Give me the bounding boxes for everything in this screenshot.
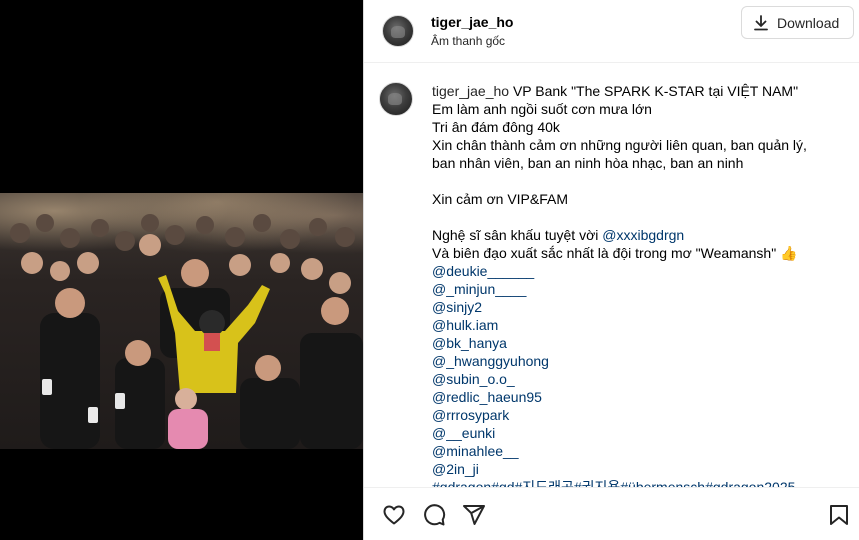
post-photo — [0, 193, 363, 449]
share-icon — [463, 505, 485, 525]
crowd-scene — [10, 214, 363, 449]
caption-title: VP Bank "The SPARK K-STAR tại VIỆT NAM" — [512, 83, 799, 99]
caption-body: tiger_jae_ho VP Bank "The SPARK K-STAR t… — [432, 82, 852, 487]
save-button[interactable] — [826, 502, 852, 528]
artist-mention-link[interactable]: @xxxibgdrgn — [602, 227, 684, 243]
author-username[interactable]: tiger_jae_ho — [431, 14, 513, 30]
bookmark-icon — [830, 505, 848, 525]
share-button[interactable] — [461, 502, 487, 528]
mention-link[interactable]: @rrrosypark — [432, 406, 852, 424]
caption-first-line: tiger_jae_ho VP Bank "The SPARK K-STAR t… — [432, 82, 852, 100]
comment-button[interactable] — [421, 502, 447, 528]
caption-line: Tri ân đám đông 40k — [432, 119, 560, 135]
like-button[interactable] — [381, 502, 407, 528]
mention-link[interactable]: @minahlee__ — [432, 442, 852, 460]
caption-username[interactable]: tiger_jae_ho — [432, 83, 509, 99]
caption-line: ban nhân viên, ban an ninh hòa nhạc, ban… — [432, 155, 744, 171]
mention-link[interactable]: @subin_o.o_ — [432, 370, 852, 388]
download-label: Download — [777, 14, 840, 31]
download-button[interactable]: Download — [741, 6, 854, 39]
action-bar — [364, 487, 859, 540]
author-avatar[interactable] — [382, 15, 414, 47]
caption-director-line: Và biên đạo xuất sắc nhất là đội trong m… — [432, 245, 798, 261]
hashtag-links[interactable]: #gdragon#gd#지드래곤#권지용#übermensch#gdragon2… — [432, 478, 852, 487]
mention-link[interactable]: @__eunki — [432, 424, 852, 442]
caption-line: Xin chân thành cảm ơn những người liên q… — [432, 137, 807, 153]
post-panel: tiger_jae_ho Âm thanh gốc Download tiger… — [363, 0, 859, 540]
mention-link[interactable]: @hulk.iam — [432, 316, 852, 334]
caption-thanks: Xin cảm ơn VIP&FAM — [432, 191, 569, 207]
caption-artist-line: Nghệ sĩ sân khấu tuyệt vời @xxxibgdrgn — [432, 226, 852, 244]
audio-label[interactable]: Âm thanh gốc — [431, 34, 505, 48]
mention-link[interactable]: @2in_ji — [432, 460, 852, 478]
mention-link[interactable]: @redlic_haeun95 — [432, 388, 852, 406]
caption-line: Em làm anh ngồi suốt cơn mưa lớn — [432, 101, 652, 117]
post-header: tiger_jae_ho Âm thanh gốc Download — [364, 0, 859, 63]
comment-icon — [424, 504, 446, 526]
mention-link[interactable]: @bk_hanya — [432, 334, 852, 352]
post-media[interactable] — [0, 0, 363, 540]
mention-link[interactable]: @deukie______ — [432, 262, 852, 280]
post-caption: tiger_jae_ho VP Bank "The SPARK K-STAR t… — [364, 64, 859, 487]
artist-prefix: Nghệ sĩ sân khấu tuyệt vời — [432, 227, 603, 243]
caption-avatar[interactable] — [379, 82, 413, 116]
mention-link[interactable]: @_hwanggyuhong — [432, 352, 852, 370]
download-icon — [754, 14, 768, 30]
heart-icon — [383, 505, 405, 525]
mention-link[interactable]: @sinjy2 — [432, 298, 852, 316]
mention-link[interactable]: @_minjun____ — [432, 280, 852, 298]
